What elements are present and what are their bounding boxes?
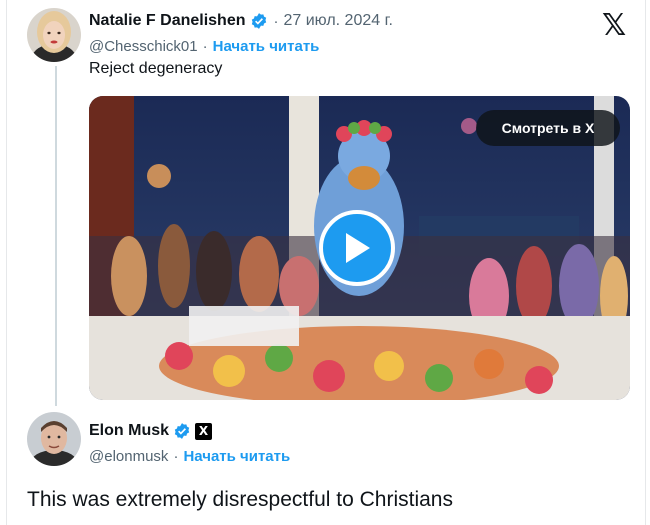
- watch-on-x-button[interactable]: Смотреть в X: [476, 110, 620, 146]
- author-name[interactable]: Natalie F Danelishen: [89, 12, 246, 30]
- verified-badge-icon: [173, 422, 191, 440]
- x-logo-icon[interactable]: 𝕏: [602, 8, 626, 43]
- separator-dot: ·: [173, 447, 179, 465]
- separator-dot: ·: [273, 12, 279, 30]
- thread-connector-line: [55, 66, 57, 406]
- reply-text: This was extremely disrespectful to Chri…: [27, 488, 453, 511]
- reply-header: Elon Musk X: [89, 420, 213, 442]
- follow-link[interactable]: Начать читать: [183, 448, 290, 465]
- x-affiliation-badge-icon: X: [195, 422, 213, 440]
- follow-link[interactable]: Начать читать: [213, 38, 320, 55]
- elon-avatar[interactable]: [27, 412, 81, 466]
- quoted-tweet-text: Reject degeneracy: [89, 60, 223, 77]
- author-handle[interactable]: @elonmusk: [89, 448, 168, 465]
- tweet-date[interactable]: 27 июл. 2024 г.: [284, 12, 393, 30]
- separator-dot: ·: [202, 37, 208, 55]
- author-handle[interactable]: @Chesschick01: [89, 38, 198, 55]
- author-name[interactable]: Elon Musk: [89, 422, 169, 440]
- play-button[interactable]: [319, 210, 395, 286]
- verified-badge-icon: [250, 12, 268, 30]
- quoted-tweet-header: Natalie F Danelishen · 27 июл. 2024 г.: [89, 10, 393, 32]
- quoted-tweet-subheader: @Chesschick01 · Начать читать: [89, 36, 319, 56]
- natalie-avatar[interactable]: [27, 8, 81, 62]
- reply-subheader: @elonmusk · Начать читать: [89, 446, 290, 466]
- play-icon: [346, 233, 370, 263]
